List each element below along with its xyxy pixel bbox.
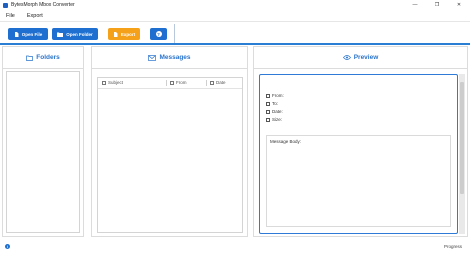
scrollbar-thumb[interactable]	[460, 82, 464, 194]
eye-icon	[342, 55, 351, 60]
maximize-button[interactable]: ❐	[426, 0, 448, 10]
export-icon	[113, 31, 118, 37]
preview-area[interactable]: From: To: Date: Size: Message Body:	[259, 74, 458, 234]
column-date-label: Date	[216, 80, 226, 85]
open-file-label: Open File	[21, 31, 43, 37]
folder-outline-icon	[26, 55, 34, 61]
help-button[interactable]: ?	[150, 28, 167, 40]
date-label: Date:	[272, 109, 283, 114]
calendar-icon	[210, 80, 214, 85]
toolbar-separator	[174, 24, 175, 43]
toolbar: Open File Open Folder Export ?	[0, 21, 470, 45]
folder-tree[interactable]	[6, 71, 80, 233]
help-icon: ?	[155, 31, 162, 37]
size-icon	[266, 117, 270, 122]
size-label: Size:	[272, 117, 283, 122]
sort-icon	[102, 80, 106, 85]
menu-bar: File Export	[0, 10, 470, 21]
column-divider	[206, 80, 207, 86]
calendar-icon	[266, 109, 270, 114]
messages-title: Messages	[159, 54, 191, 61]
file-icon	[14, 31, 19, 37]
from-label: From:	[272, 93, 284, 98]
to-row: To:	[266, 101, 278, 106]
message-body-box[interactable]: Message Body:	[266, 135, 451, 227]
preview-scrollbar[interactable]	[459, 74, 465, 234]
open-file-button[interactable]: Open File	[8, 28, 48, 40]
menu-file[interactable]: File	[0, 13, 21, 19]
folders-header: Folders	[3, 47, 83, 69]
folder-icon	[57, 32, 64, 37]
from-row: From:	[266, 93, 284, 98]
messages-panel: Messages Subject From Date	[91, 46, 248, 237]
open-folder-button[interactable]: Open Folder	[52, 28, 98, 40]
info-icon[interactable]: i	[5, 244, 10, 249]
header-divider	[98, 88, 242, 89]
menu-export[interactable]: Export	[21, 13, 49, 19]
progress-label: Progress	[443, 244, 462, 249]
messages-header: Messages	[92, 47, 247, 69]
preview-title: Preview	[353, 54, 379, 61]
column-subject[interactable]: Subject	[102, 80, 123, 85]
window-controls: — ❐ ✕	[404, 0, 470, 10]
export-label: Export	[120, 31, 136, 37]
title-bar: BytesMorph Mbox Converter — ❐ ✕	[0, 0, 470, 10]
person-icon	[170, 80, 174, 85]
status-bar: i Progress	[0, 239, 470, 253]
envelope-icon	[148, 54, 157, 61]
minimize-button[interactable]: —	[404, 0, 426, 10]
message-body-label: Message Body:	[270, 139, 302, 144]
column-subject-label: Subject	[108, 80, 124, 85]
message-list[interactable]: Subject From Date	[97, 77, 243, 233]
date-row: Date:	[266, 109, 283, 114]
column-from-label: From	[176, 80, 187, 85]
preview-header: Preview	[254, 47, 467, 69]
open-folder-label: Open Folder	[66, 31, 93, 37]
column-from[interactable]: From	[170, 80, 187, 85]
to-label: To:	[272, 101, 279, 106]
folders-panel: Folders	[2, 46, 84, 237]
app-logo-icon	[3, 2, 8, 8]
close-button[interactable]: ✕	[448, 0, 470, 10]
size-row: Size:	[266, 117, 282, 122]
export-button[interactable]: Export	[108, 28, 140, 40]
window-title: BytesMorph Mbox Converter	[11, 2, 75, 8]
recipient-icon	[266, 101, 270, 106]
column-divider	[166, 80, 167, 86]
folders-title: Folders	[36, 54, 60, 61]
user-icon	[266, 93, 270, 98]
column-date[interactable]: Date	[210, 80, 226, 85]
preview-panel: Preview From: To: Date: Size: Message Bo…	[253, 46, 468, 237]
